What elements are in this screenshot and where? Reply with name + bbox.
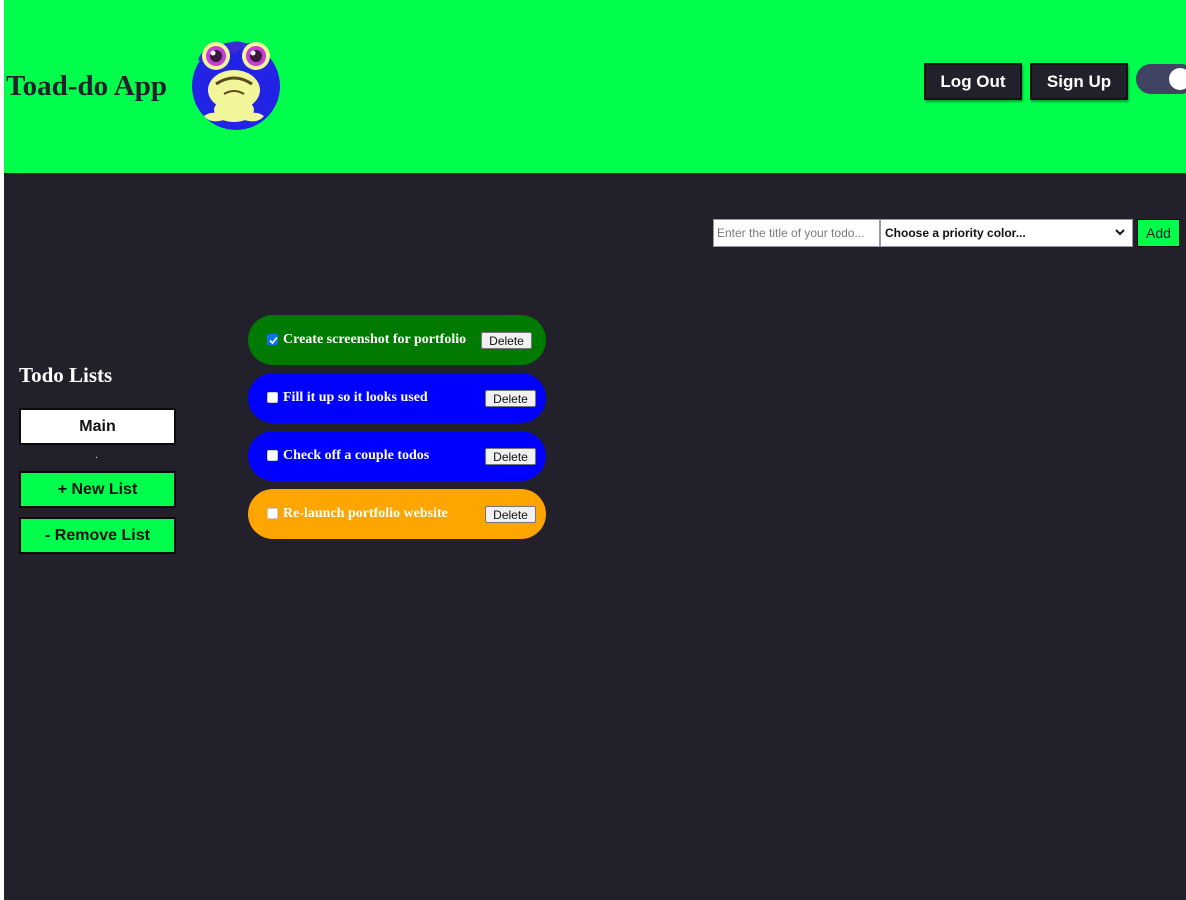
todo-item: Create screenshot for portfolio Delete xyxy=(248,315,546,365)
toggle-knob xyxy=(1169,68,1186,90)
app-root: Toad-do App Log Out Sign Up Enter the ti… xyxy=(4,0,1186,900)
todo-title: Check off a couple todos xyxy=(283,448,430,463)
priority-color-select[interactable]: Choose a priority color... xyxy=(880,219,1133,247)
todo-lists-heading: Todo Lists xyxy=(19,363,113,387)
delete-todo-button[interactable]: Delete xyxy=(485,448,536,465)
logout-button[interactable]: Log Out xyxy=(924,63,1022,100)
todo-checkbox[interactable] xyxy=(267,450,278,461)
app-title: Toad-do App xyxy=(6,70,167,102)
todo-list: Create screenshot for portfolio Delete F… xyxy=(248,315,546,547)
add-todo-button[interactable]: Add xyxy=(1137,219,1180,247)
todo-title: Re-launch portfolio website xyxy=(283,506,448,521)
checkmark-icon xyxy=(269,336,278,345)
frog-logo-icon xyxy=(192,41,280,130)
signup-button[interactable]: Sign Up xyxy=(1030,63,1128,100)
priority-select-value: Choose a priority color... xyxy=(885,226,1026,240)
top-header: Toad-do App Log Out Sign Up xyxy=(4,0,1186,173)
delete-todo-button[interactable]: Delete xyxy=(481,332,532,349)
new-list-button[interactable]: + New List xyxy=(19,471,176,508)
todo-title-input[interactable] xyxy=(713,219,880,247)
add-todo-form: Choose a priority color... Add xyxy=(713,219,1180,247)
todo-checkbox[interactable] xyxy=(267,508,278,519)
todo-title: Create screenshot for portfolio xyxy=(283,332,467,347)
todo-item: Re-launch portfolio website Delete xyxy=(248,489,546,539)
todo-checkbox[interactable] xyxy=(267,334,278,345)
list-item-main[interactable]: Main xyxy=(19,408,176,445)
theme-toggle[interactable] xyxy=(1136,64,1186,94)
chevron-down-icon xyxy=(1115,229,1125,236)
todo-title: Fill it up so it looks used xyxy=(283,390,428,405)
remove-list-button[interactable]: - Remove List xyxy=(19,517,176,554)
list-separator: . xyxy=(95,450,98,461)
todo-item: Check off a couple todos Delete xyxy=(248,431,546,481)
todo-checkbox[interactable] xyxy=(267,392,278,403)
delete-todo-button[interactable]: Delete xyxy=(485,390,536,407)
todo-item: Fill it up so it looks used Delete xyxy=(248,373,546,423)
delete-todo-button[interactable]: Delete xyxy=(485,506,536,523)
